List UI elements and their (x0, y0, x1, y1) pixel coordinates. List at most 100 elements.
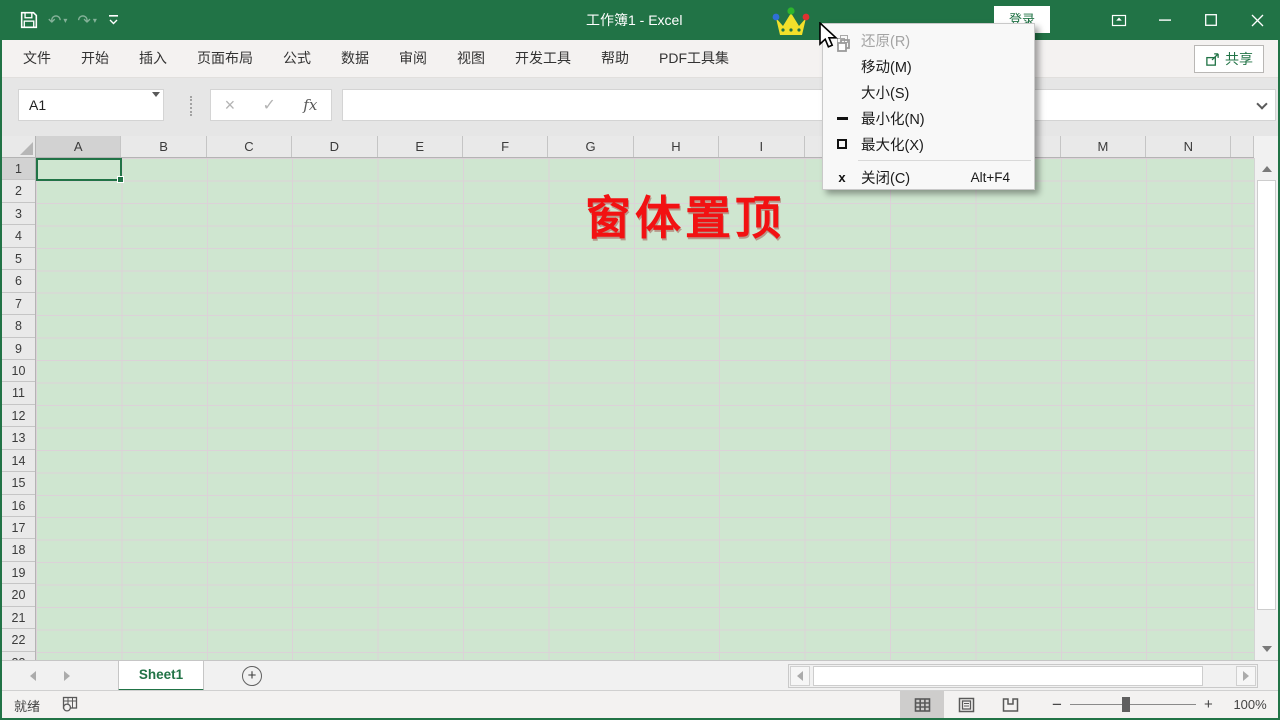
column-header[interactable]: F (463, 136, 548, 157)
close-button[interactable] (1234, 0, 1280, 40)
scroll-left-arrow[interactable] (790, 666, 810, 686)
redo-button[interactable]: ↷▾ (77, 11, 96, 30)
cancel-entry-icon[interactable]: × (225, 95, 236, 116)
row-header[interactable]: 15 (2, 472, 35, 494)
undo-dropdown-icon[interactable]: ▾ (63, 16, 67, 25)
column-header[interactable]: A (36, 136, 121, 157)
row-header[interactable]: 11 (2, 382, 35, 404)
row-header[interactable]: 10 (2, 360, 35, 382)
row-header[interactable]: 6 (2, 270, 35, 292)
row-header[interactable]: 17 (2, 517, 35, 539)
quick-access-toolbar: ↶▾ ↷▾ (20, 0, 121, 40)
window-left-border (0, 40, 2, 718)
row-header[interactable]: 21 (2, 607, 35, 629)
horizontal-scroll-thumb[interactable] (813, 666, 1203, 686)
scroll-up-arrow[interactable] (1257, 160, 1277, 178)
menu-item-size[interactable]: 大小(S) (823, 79, 1034, 105)
row-header[interactable]: 3 (2, 203, 35, 225)
save-icon[interactable] (20, 11, 38, 29)
formula-input[interactable] (342, 89, 1276, 121)
menu-item-minimize[interactable]: 最小化(N) (823, 105, 1034, 131)
row-header[interactable]: 16 (2, 495, 35, 517)
ribbon-display-options-button[interactable] (1096, 0, 1142, 40)
vertical-scrollbar[interactable] (1254, 158, 1278, 660)
name-box-dropdown-icon[interactable] (152, 92, 160, 97)
name-box[interactable]: A1 (18, 89, 164, 121)
row-header[interactable]: 1 (2, 158, 35, 180)
sheet-nav-next-button[interactable] (64, 671, 70, 681)
page-layout-view-button[interactable] (944, 691, 988, 718)
column-header-partial[interactable] (1231, 136, 1254, 157)
row-header[interactable]: 8 (2, 315, 35, 337)
vertical-scroll-thumb[interactable] (1257, 180, 1276, 610)
ribbon-tab[interactable]: 插入 (124, 40, 182, 77)
ribbon-tab[interactable]: PDF工具集 (644, 40, 744, 77)
column-header[interactable]: G (548, 136, 633, 157)
zoom-out-button[interactable]: − (1044, 695, 1070, 715)
column-header-list: ABCDEFGHIJKLMN (36, 136, 1231, 157)
row-header[interactable]: 9 (2, 338, 35, 360)
column-header[interactable]: M (1061, 136, 1146, 157)
horizontal-scrollbar[interactable] (788, 664, 1258, 688)
row-header[interactable]: 18 (2, 539, 35, 561)
menu-item-maximize[interactable]: 最大化(X) (823, 131, 1034, 157)
menu-item-move[interactable]: 移动(M) (823, 53, 1034, 79)
row-header[interactable]: 13 (2, 427, 35, 449)
ribbon-tab[interactable]: 帮助 (586, 40, 644, 77)
system-context-menu: 还原(R) 移动(M) 大小(S) 最小化(N) 最大化(X) x 关闭(C) … (822, 23, 1035, 190)
row-header[interactable]: 5 (2, 248, 35, 270)
zoom-in-button[interactable]: + (1196, 696, 1221, 713)
macro-record-icon[interactable] (62, 696, 79, 715)
row-header[interactable]: 19 (2, 562, 35, 584)
undo-button[interactable]: ↶▾ (48, 11, 67, 30)
ribbon-tab[interactable]: 审阅 (384, 40, 442, 77)
zoom-level[interactable]: 100% (1221, 697, 1267, 712)
column-header[interactable]: H (634, 136, 719, 157)
maximize-button[interactable] (1188, 0, 1234, 40)
scroll-down-arrow[interactable] (1257, 640, 1277, 658)
row-header[interactable]: 7 (2, 293, 35, 315)
active-cell-A1[interactable] (36, 158, 122, 181)
ribbon-tab[interactable]: 公式 (268, 40, 326, 77)
sheet-nav-prev-button[interactable] (30, 671, 36, 681)
ribbon-tab[interactable]: 视图 (442, 40, 500, 77)
ribbon-tab[interactable]: 文件 (8, 40, 66, 77)
column-header[interactable]: B (121, 136, 206, 157)
row-header[interactable]: 14 (2, 450, 35, 472)
ribbon-tab[interactable]: 数据 (326, 40, 384, 77)
zoom-slider[interactable] (1070, 704, 1196, 705)
window-controls (1096, 0, 1280, 40)
row-header[interactable]: 2 (2, 180, 35, 202)
row-header[interactable]: 4 (2, 225, 35, 247)
page-break-preview-button[interactable] (988, 691, 1032, 718)
ribbon-tab[interactable]: 开发工具 (500, 40, 586, 77)
select-all-corner[interactable] (2, 136, 36, 158)
row-header[interactable]: 12 (2, 405, 35, 427)
row-header[interactable]: 22 (2, 629, 35, 651)
customize-qat-icon[interactable] (107, 13, 121, 27)
normal-view-button[interactable] (900, 691, 944, 718)
ribbon-tab[interactable]: 页面布局 (182, 40, 268, 77)
menu-item-close[interactable]: x 关闭(C) Alt+F4 (823, 164, 1034, 190)
ribbon-tab[interactable]: 开始 (66, 40, 124, 77)
excel-window: ↶▾ ↷▾ 工作簿1 - Excel 登录 (0, 0, 1280, 720)
redo-dropdown-icon[interactable]: ▾ (93, 16, 97, 25)
column-header[interactable]: D (292, 136, 377, 157)
minimize-button[interactable] (1142, 0, 1188, 40)
fill-handle[interactable] (117, 176, 124, 183)
row-headers: 1234567891011121314151617181920212223 (2, 158, 36, 660)
column-header[interactable]: C (207, 136, 292, 157)
insert-function-icon[interactable]: fx (303, 96, 317, 114)
row-header[interactable]: 23 (2, 652, 35, 660)
scroll-right-arrow[interactable] (1236, 666, 1256, 686)
column-header[interactable]: E (378, 136, 463, 157)
row-header[interactable]: 20 (2, 584, 35, 606)
column-header[interactable]: N (1146, 136, 1231, 157)
column-header[interactable]: I (719, 136, 804, 157)
sheet-tab-sheet1[interactable]: Sheet1 (118, 661, 204, 691)
confirm-entry-icon[interactable]: ✓ (263, 95, 276, 115)
zoom-control: − + 100% (1044, 691, 1267, 718)
add-sheet-button[interactable]: + (242, 666, 262, 686)
share-button[interactable]: 共享 (1194, 45, 1264, 73)
zoom-slider-thumb[interactable] (1122, 697, 1130, 712)
